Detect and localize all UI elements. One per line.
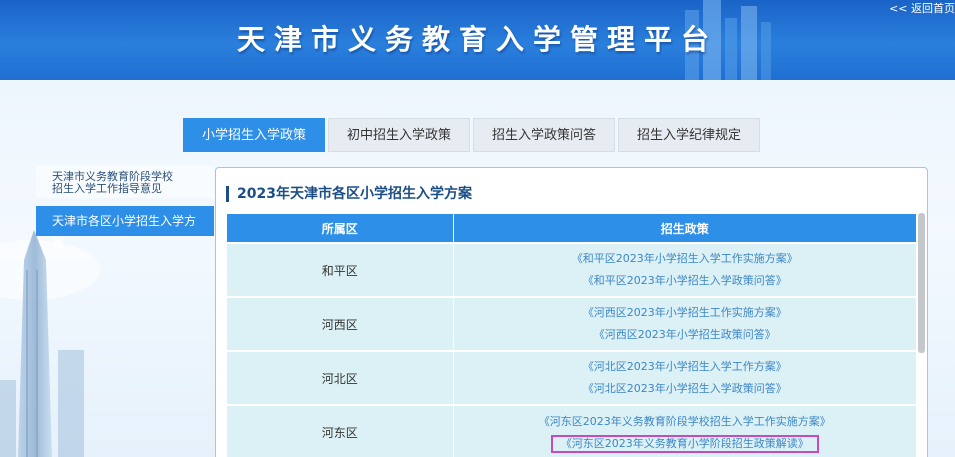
policy-cell: 《河北区2023年小学招生入学工作方案》 《河北区2023年小学招生入学政策问答… <box>453 350 917 405</box>
policy-cell: 《河东区2023年义务教育阶段学校招生入学工作实施方案》 《河东区2023年义务… <box>453 404 917 457</box>
policy-link[interactable]: 《河北区2023年小学招生入学工作方案》 <box>580 356 790 378</box>
tab-primary-policy[interactable]: 小学招生入学政策 <box>183 118 326 152</box>
district-cell: 河东区 <box>227 404 454 457</box>
table-scrollbar[interactable] <box>918 213 925 353</box>
district-cell: 河西区 <box>227 296 454 351</box>
tab-junior-policy[interactable]: 初中招生入学政策 <box>328 118 471 152</box>
column-header-district: 所属区 <box>227 214 454 243</box>
content-card: 2023年天津市各区小学招生入学方案 所属区 招生政策 和平区 《和平区2023… <box>215 167 928 457</box>
header-banner: 天津市义务教育入学管理平台 << 返回首页 <box>0 0 955 80</box>
section-title: 2023年天津市各区小学招生入学方案 <box>226 186 472 202</box>
sidebar-item-guidance[interactable]: 天津市义务教育阶段学校 招生入学工作指导意见 <box>36 166 214 198</box>
tab-discipline-rules[interactable]: 招生入学纪律规定 <box>618 118 761 152</box>
column-header-policy: 招生政策 <box>453 214 917 243</box>
sidebar-item-district-plans[interactable]: 天津市各区小学招生入学方案 <box>36 206 214 250</box>
district-cell: 和平区 <box>227 242 454 297</box>
policy-cell: 《河西区2023年小学招生工作实施方案》 《河西区2023年小学招生政策问答》 <box>453 296 917 351</box>
district-cell: 河北区 <box>227 350 454 405</box>
table-header-row: 所属区 招生政策 <box>227 214 917 243</box>
policy-link[interactable]: 《河北区2023年小学招生入学政策问答》 <box>580 378 790 400</box>
back-home-link[interactable]: << 返回首页 <box>889 0 955 15</box>
policy-cell: 《和平区2023年小学招生入学工作实施方案》 《和平区2023年小学招生入学政策… <box>453 242 917 297</box>
policy-link[interactable]: 《河西区2023年小学招生政策问答》 <box>591 324 779 346</box>
tab-policy-qa[interactable]: 招生入学政策问答 <box>473 118 616 152</box>
policy-link[interactable]: 《和平区2023年小学招生入学政策问答》 <box>580 270 790 292</box>
table-row: 河北区 《河北区2023年小学招生入学工作方案》 《河北区2023年小学招生入学… <box>227 350 917 405</box>
table-row: 河东区 《河东区2023年义务教育阶段学校招生入学工作实施方案》 《河东区202… <box>227 404 917 457</box>
policy-table: 所属区 招生政策 和平区 《和平区2023年小学招生入学工作实施方案》 《和平区… <box>227 214 917 457</box>
site-title: 天津市义务教育入学管理平台 <box>236 23 718 56</box>
sidebar: 天津市义务教育阶段学校 招生入学工作指导意见 天津市各区小学招生入学方案 <box>36 166 214 250</box>
policy-link[interactable]: 《和平区2023年小学招生入学工作实施方案》 <box>569 248 801 270</box>
policy-link[interactable]: 《河西区2023年小学招生工作实施方案》 <box>580 302 790 324</box>
tower-image <box>0 230 100 457</box>
table-row: 和平区 《和平区2023年小学招生入学工作实施方案》 《和平区2023年小学招生… <box>227 242 917 297</box>
policy-link[interactable]: 《河东区2023年义务教育阶段学校招生入学工作实施方案》 <box>536 411 834 433</box>
sidebar-item-label: 天津市义务教育阶段学校 招生入学工作指导意见 <box>52 170 173 195</box>
policy-tabs: 小学招生入学政策 初中招生入学政策 招生入学政策问答 招生入学纪律规定 <box>183 118 761 152</box>
policy-link-highlighted[interactable]: 《河东区2023年义务教育小学阶段招生政策解读》 <box>550 434 819 453</box>
table-row: 河西区 《河西区2023年小学招生工作实施方案》 《河西区2023年小学招生政策… <box>227 296 917 351</box>
